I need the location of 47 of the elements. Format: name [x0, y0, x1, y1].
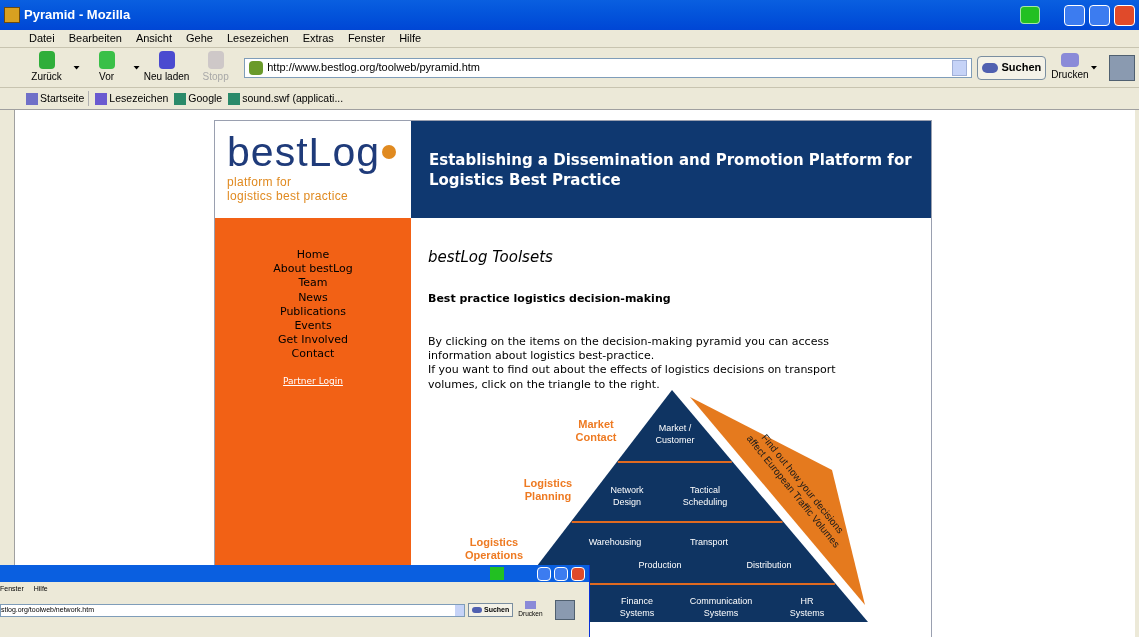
restore-button[interactable] — [1089, 4, 1110, 26]
nav-link[interactable]: News — [298, 290, 328, 305]
nav-link[interactable]: Team — [298, 276, 328, 291]
close-button[interactable] — [571, 566, 585, 581]
minimize-button[interactable] — [1064, 4, 1085, 26]
dropdown-caret-icon[interactable] — [133, 65, 140, 70]
restore-button[interactable] — [554, 566, 568, 581]
search-button[interactable]: Suchen — [976, 55, 1047, 80]
dropdown-caret-icon[interactable] — [1090, 65, 1098, 70]
menu-item[interactable]: Fenster — [347, 30, 386, 47]
window-title: Pyramid - Mozilla — [24, 6, 131, 25]
intro-paragraph: By clicking on the items on the decision-making pyramid you can access information about logistics best-practice. — [428, 335, 830, 364]
menu-item[interactable]: Extras — [302, 30, 334, 47]
bookmark-link[interactable]: Lesezeichen — [95, 90, 169, 107]
menu-item[interactable]: Hilfe — [399, 30, 422, 47]
intro-paragraph: If you want to find out about the effects of logistics decisions on transport volumes, click on the triangle to the right. — [428, 363, 837, 392]
menu-item[interactable]: Lesezeichen — [226, 30, 289, 47]
nav-link[interactable]: Events — [294, 319, 332, 334]
minimize-button[interactable] — [537, 566, 551, 581]
close-button[interactable] — [1114, 4, 1135, 26]
menu-item[interactable]: Gehe — [186, 30, 213, 47]
bookmark-link[interactable]: sound.swf (applicati... — [228, 90, 344, 107]
menu-item[interactable]: Datei — [29, 30, 55, 47]
logo-tagline: platform for — [227, 175, 292, 189]
level-label: Logistics Operations — [464, 536, 524, 561]
header-title: Establishing a Dissemination and Promotion Platform for Logistics Best Practice — [429, 149, 913, 190]
logo-tagline: logistics best practice — [227, 189, 349, 203]
toolbar-button[interactable]: Vor — [82, 51, 132, 84]
nav-link[interactable]: Publications — [279, 304, 347, 319]
bookmark-link[interactable]: Google — [174, 90, 223, 107]
menu-item[interactable]: Bearbeiten — [68, 30, 122, 47]
bookmark-link[interactable]: Startseite — [26, 90, 90, 107]
app-icon — [4, 7, 20, 23]
level-label: Logistics Planning — [523, 477, 573, 502]
dropdown-caret-icon[interactable] — [73, 65, 80, 70]
nav-link[interactable]: Home — [296, 248, 330, 263]
print-button[interactable]: Drucken — [1051, 53, 1089, 82]
level-label: Market Contact — [575, 418, 617, 443]
nav-link[interactable]: About bestLog — [273, 262, 353, 277]
address-field[interactable]: http://www.bestlog.org/toolweb/pyramid.htm — [244, 57, 972, 78]
toolbar-button[interactable]: Neu laden — [142, 51, 192, 84]
menu-item[interactable]: Ansicht — [135, 30, 172, 47]
nav-link[interactable]: Get Involved — [278, 333, 348, 348]
nav-link[interactable]: Contact — [291, 347, 335, 362]
section-subheading: Best practice logistics decision-making — [428, 290, 672, 307]
toolbar-button[interactable]: Zurück — [22, 51, 72, 84]
section-heading: bestLog Toolsets — [428, 247, 554, 268]
